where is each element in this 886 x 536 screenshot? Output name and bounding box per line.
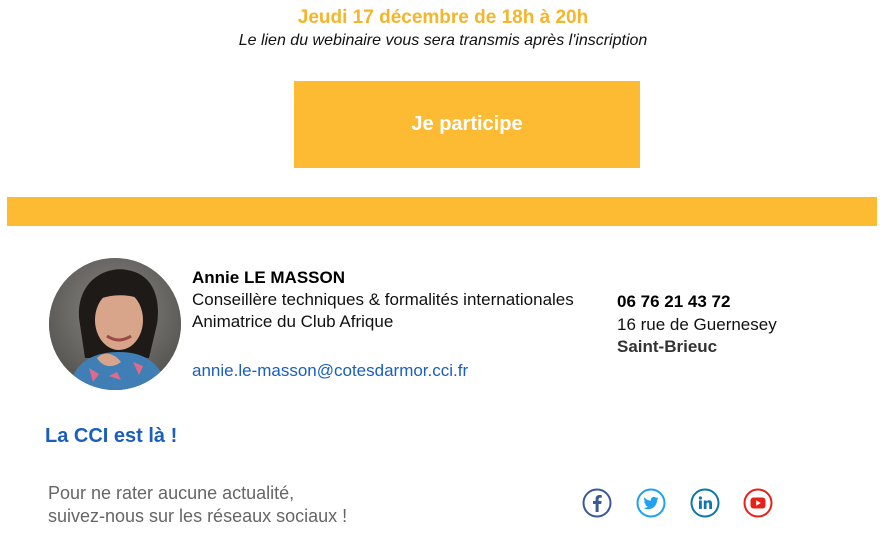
event-date: Jeudi 17 décembre de 18h à 20h	[297, 7, 589, 28]
email-link[interactable]: annie.le-masson@cotesdarmor.cci.fr	[192, 360, 468, 382]
event-note: Le lien du webinaire vous sera transmis …	[238, 32, 648, 49]
twitter-icon[interactable]	[636, 488, 666, 518]
follow-text: Pour ne rater aucune actualité,	[48, 483, 295, 503]
contact-role-secondary: Animatrice du Club Afrique	[192, 312, 394, 331]
contact-street: 16 rue de Guernesey	[617, 315, 777, 334]
participate-button[interactable]: Je participe	[294, 81, 640, 168]
contact-phone: 06 76 21 43 72	[617, 292, 731, 311]
contact-name: Annie LE MASSON	[192, 268, 346, 287]
linkedin-icon[interactable]	[690, 488, 720, 518]
facebook-icon[interactable]	[582, 488, 612, 518]
cci-heading: La CCI est là !	[45, 425, 178, 447]
webinar-email: Jeudi 17 décembre de 18h à 20h Le lien d…	[0, 0, 886, 536]
contact-role: Conseillère techniques & formalités inte…	[192, 290, 574, 309]
follow-text-secondary: suivez-nous sur les réseaux sociaux !	[48, 506, 348, 526]
avatar	[49, 258, 181, 390]
contact-city: Saint-Brieuc	[617, 337, 718, 356]
divider-bar	[7, 197, 877, 226]
youtube-icon[interactable]	[743, 488, 773, 518]
